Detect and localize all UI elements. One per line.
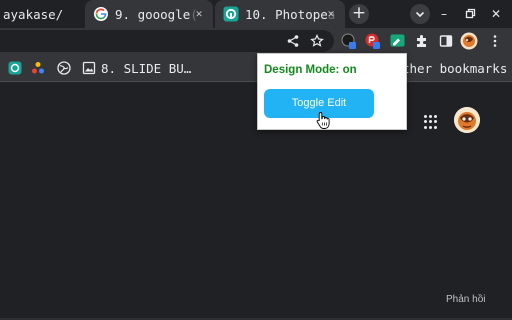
feedback-link[interactable]: Phản hồi [446,294,485,305]
image-icon [82,61,96,75]
photopea-icon [8,61,22,75]
extension-popup: Design Mode: on Toggle Edit [257,53,407,130]
close-window-button[interactable]: ✕ [486,4,506,24]
close-icon[interactable]: ✕ [323,6,339,22]
hand-cursor-icon [316,112,330,129]
restore-icon [465,8,476,19]
close-icon[interactable]: ✕ [191,6,207,22]
bookmark-colors[interactable] [31,60,45,76]
bookmark-star-icon[interactable] [308,32,326,50]
extension-2-icon[interactable] [364,32,382,50]
design-mode-extension-icon[interactable] [389,32,407,50]
tab-gooogle[interactable]: 9. gooogle ( ✕ [85,0,213,28]
avatar[interactable] [454,107,480,133]
tab-photopea[interactable]: 10. Photope a ✕ [215,0,345,28]
dots-icon [32,62,44,74]
extension-1-icon[interactable] [340,32,358,50]
side-panel-icon[interactable] [437,32,455,50]
chevron-down-icon [415,11,425,18]
tab-search-button[interactable] [410,4,430,24]
bookmark-photopea[interactable] [8,60,22,76]
globe-icon [57,61,71,75]
bookmark-label: 8. SLIDE BU… [101,60,192,76]
design-mode-status: Design Mode: on [264,64,357,76]
other-bookmarks[interactable]: ther bookmarks [402,60,507,76]
bookmark-globe[interactable] [57,60,71,76]
restore-button[interactable] [460,4,480,24]
puzzle-icon[interactable] [413,32,431,50]
tab-title: 9. gooogle [115,6,191,22]
page-content: Phản hồi [0,83,512,320]
apps-grid-icon[interactable] [424,115,438,129]
toolbar [0,28,512,54]
google-icon [93,6,109,22]
other-bookmarks-label: ther bookmarks [402,60,508,76]
tab-ayakase[interactable]: ayakase/ [0,0,84,28]
tab-title: ayakase/ [3,6,64,22]
minimize-button[interactable]: – [434,4,454,24]
profile-avatar[interactable] [460,32,478,50]
new-tab-button[interactable]: + [349,4,369,24]
photopea-icon [223,6,239,22]
share-icon[interactable] [284,32,302,50]
tab-strip: ayakase/ 9. gooogle ( ✕ 10. Photope a ✕ [0,0,512,28]
bookmark-slide[interactable]: 8. SLIDE BU… [82,60,191,76]
bookmarks-bar: 8. SLIDE BU… ther bookmarks [0,54,512,82]
more-menu-icon[interactable] [486,32,504,50]
tab-title: 10. Photope [245,6,328,22]
